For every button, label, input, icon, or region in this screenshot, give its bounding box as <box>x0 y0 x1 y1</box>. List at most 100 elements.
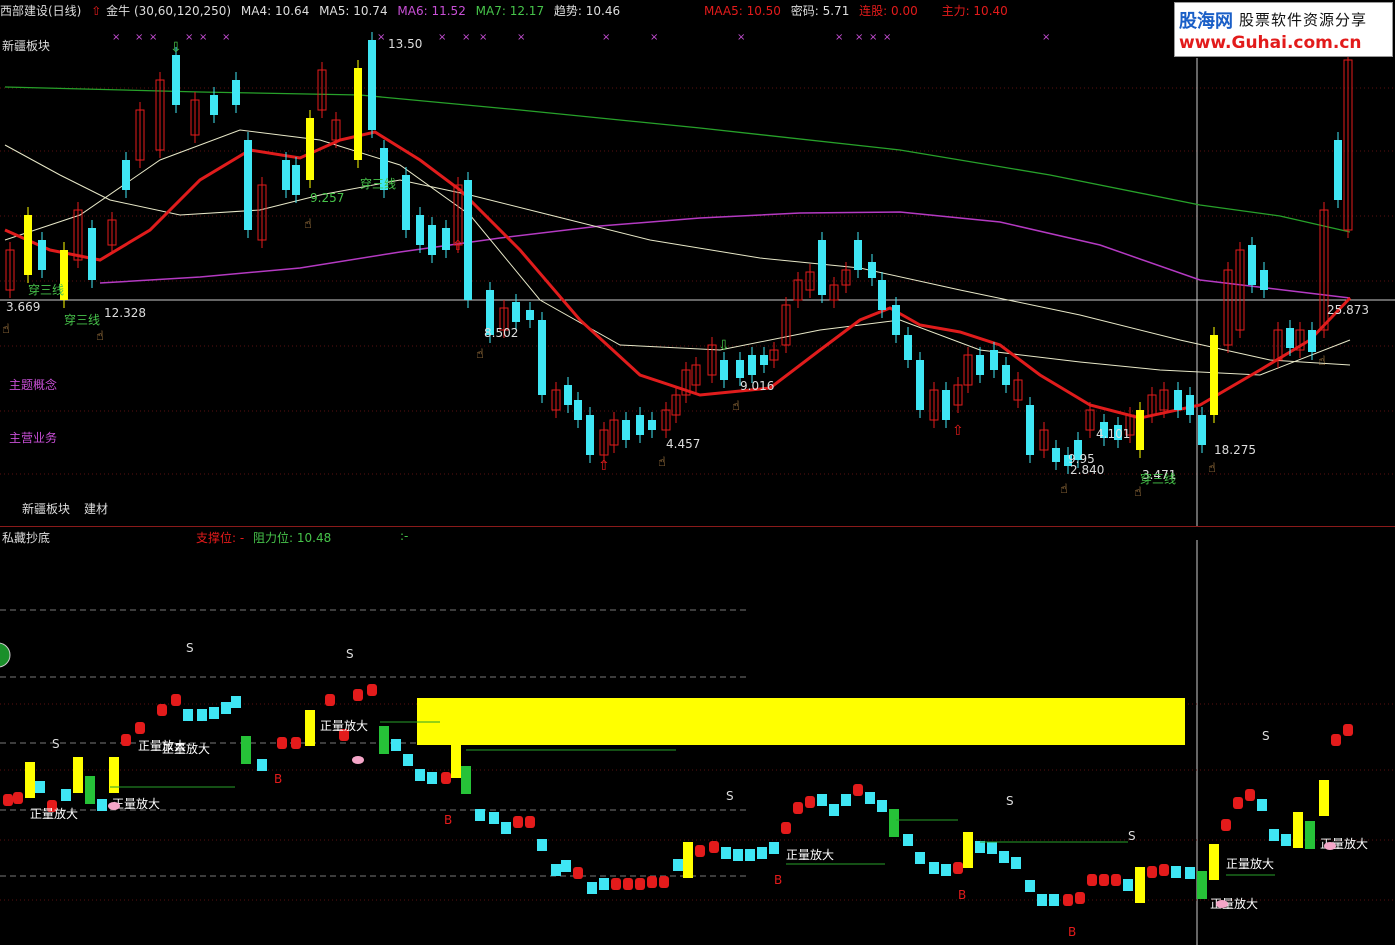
candle-body-down <box>428 225 436 255</box>
price-annotation: 9.257 <box>310 191 344 205</box>
hand-signal-icon: ☝ <box>1060 482 1068 497</box>
candle-body-down <box>464 180 472 300</box>
indicator-bar <box>865 792 875 804</box>
candle-body-down <box>736 360 744 378</box>
candle-body-down <box>232 80 240 105</box>
indicator-bar <box>3 794 13 806</box>
top-signal-marker: × <box>438 32 446 43</box>
indicator-bar <box>1209 844 1219 880</box>
stock-name: 西部建设(日线) <box>0 4 82 18</box>
candle-body-down <box>1334 140 1342 200</box>
indicator-bar <box>1343 724 1353 736</box>
indicator-bar <box>1293 812 1303 848</box>
lower-panel-title: 私藏抄底 <box>2 531 51 545</box>
candle-body-down <box>942 390 950 420</box>
top-signal-marker: × <box>112 32 120 43</box>
indicator-bar <box>221 702 231 714</box>
candle-body-down <box>122 160 130 190</box>
indicator-bar <box>241 736 251 764</box>
price-annotation: 9.95 <box>1068 452 1095 466</box>
top-signal-marker: × <box>149 32 157 43</box>
indicator-bar <box>291 737 301 749</box>
diamond-icon <box>352 756 364 764</box>
diamond-icon <box>108 802 120 810</box>
ma7-value: MA7: 12.17 <box>475 4 545 18</box>
candle-body-signal <box>306 118 314 180</box>
indicator-bar <box>415 769 425 781</box>
sell-signal-label: S <box>726 789 734 803</box>
top-signal-marker: × <box>835 32 843 43</box>
up-arrow-icon: ⇧ <box>952 423 964 439</box>
candle-body-signal <box>1136 410 1144 450</box>
hand-signal-icon: ☝ <box>1318 354 1326 369</box>
indicator-bar <box>915 852 925 864</box>
price-annotation: 穿三线 <box>64 312 100 327</box>
price-annotation: 穿三线 <box>28 282 64 297</box>
indicator-bar <box>695 845 705 857</box>
candle-body-down <box>868 262 876 278</box>
candle-body-down <box>878 280 886 310</box>
hand-signal-icon: ☝ <box>476 347 484 362</box>
indicator-bar <box>963 832 973 868</box>
candle-body-down <box>720 360 728 380</box>
main-business-label[interactable]: 主营业务 <box>9 429 57 446</box>
indicator-bar <box>793 802 803 814</box>
price-annotation: 穿三线 <box>360 176 396 191</box>
buy-signal-label: B <box>1068 925 1076 939</box>
price-annotation: 13.50 <box>388 37 422 51</box>
top-signal-marker: × <box>462 32 470 43</box>
candle-body-down <box>1186 395 1194 415</box>
ma5-value: MA5: 10.74 <box>319 4 388 18</box>
indicator-bar <box>599 878 609 890</box>
top-signal-marker: × <box>869 32 877 43</box>
candle-body-down <box>442 228 450 250</box>
theme-concept-label[interactable]: 主题概念 <box>9 376 57 393</box>
indicator-bar <box>1147 866 1157 878</box>
indicator-bar <box>277 737 287 749</box>
indicator-bar <box>903 834 913 846</box>
indicator-bar <box>853 784 863 796</box>
buy-signal-label: B <box>444 813 452 827</box>
indicator-bar <box>733 849 743 861</box>
diamond-icon <box>1324 842 1336 850</box>
indicator-bar <box>1087 874 1097 886</box>
indicator-bar <box>623 878 633 890</box>
candle-body-down <box>892 305 900 335</box>
panel-divider[interactable] <box>0 526 1395 527</box>
indicator-bar <box>379 726 389 754</box>
indicator-bar <box>513 816 523 828</box>
zhuli-value: 主力: 10.40 <box>941 4 1008 18</box>
site-logo[interactable]: 股海网 股票软件资源分享 www.Guhai.com.cn <box>1174 2 1393 57</box>
ma6-value: MA6: 11.52 <box>397 4 466 18</box>
indicator-params: (30,60,120,250) <box>133 4 232 18</box>
sell-signal-label: S <box>1128 829 1136 843</box>
indicator-bar <box>975 841 985 853</box>
sell-signal-label: S <box>346 647 354 661</box>
candle-body-down <box>292 165 300 195</box>
candle-body-down <box>636 415 644 435</box>
candle-body-down <box>1052 448 1060 462</box>
chart-canvas[interactable]: × × × × × × × × × × × × × × × × × × × ☝ ☝ ☝ ☝ ☝ ☝ ☝ ☝ ☝ ☝ ⇧ ⇧ ⇧ ⇩ ⇩ 13.50 3… <box>0 0 1395 945</box>
indicator-bar <box>13 792 23 804</box>
indicator-bar <box>635 878 645 890</box>
candle-body-down <box>904 335 912 360</box>
candle-body-down <box>1248 245 1256 285</box>
candle-body-down <box>1198 415 1206 445</box>
price-annotation: 12.328 <box>104 306 146 320</box>
sell-signal-label: S <box>186 641 194 655</box>
candle-body-down <box>244 140 252 230</box>
indicator-bar <box>1011 857 1021 869</box>
indicator-bar <box>525 816 535 828</box>
indicator-bar <box>171 694 181 706</box>
volume-expand-label: 正量放大 <box>112 796 160 811</box>
buy-signal-label: B <box>958 888 966 902</box>
indicator-bar <box>561 860 571 872</box>
indicator-bar <box>1063 894 1073 906</box>
top-signal-marker: × <box>602 32 610 43</box>
candle-body-down <box>976 355 984 375</box>
price-annotation: 9.016 <box>740 379 774 393</box>
ma30-line <box>4 129 1351 376</box>
chart-header: 西部建设(日线) ⇧ 金牛 (30,60,120,250) MA4: 10.64… <box>0 2 1014 20</box>
hand-signal-icon: ☝ <box>96 329 104 344</box>
ma60-line <box>4 144 1351 366</box>
